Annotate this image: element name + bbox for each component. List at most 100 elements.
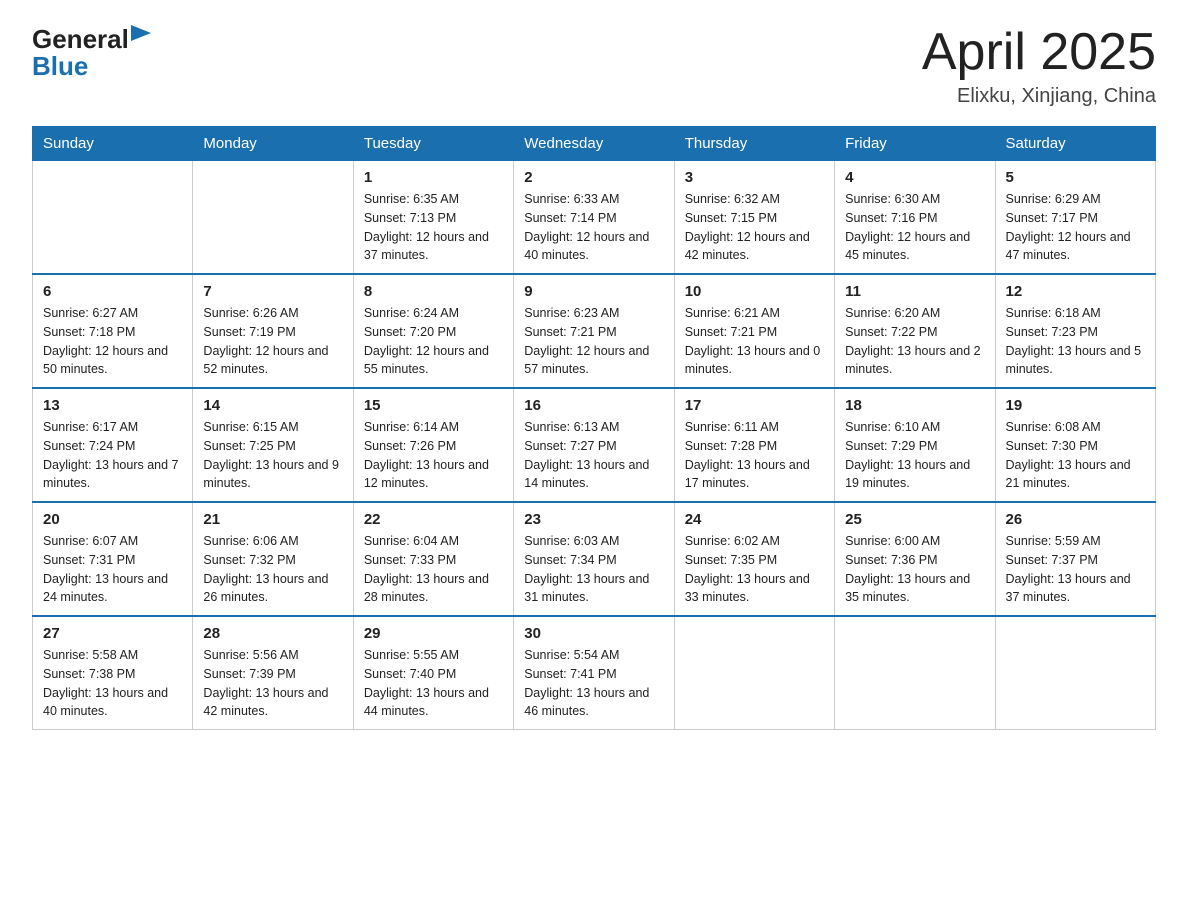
day-info: Sunrise: 5:58 AMSunset: 7:38 PMDaylight:… [43, 646, 182, 721]
day-number: 25 [845, 511, 984, 528]
week-row-2: 6 Sunrise: 6:27 AMSunset: 7:18 PMDaylight… [33, 274, 1156, 388]
day-info: Sunrise: 6:20 AMSunset: 7:22 PMDaylight:… [845, 304, 984, 379]
day-cell [674, 616, 834, 730]
day-info: Sunrise: 6:21 AMSunset: 7:21 PMDaylight:… [685, 304, 824, 379]
logo-blue-text: Blue [32, 51, 88, 82]
day-cell: 28Sunrise: 5:56 AMSunset: 7:39 PMDayligh… [193, 616, 353, 730]
day-cell: 29 Sunrise: 5:55 AMSunset: 7:40 PMDayligh… [353, 616, 513, 730]
header-thursday: Thursday [674, 127, 834, 161]
header-tuesday: Tuesday [353, 127, 513, 161]
day-number: 19 [1006, 397, 1145, 414]
day-cell: 18 Sunrise: 6:10 AMSunset: 7:29 PMDayligh… [835, 388, 995, 502]
page-header: General Blue April 2025 Elixku, Xinjiang… [32, 24, 1156, 108]
day-info: Sunrise: 6:35 AMSunset: 7:13 PMDaylight:… [364, 190, 503, 265]
day-number: 8 [364, 283, 503, 300]
day-info: Sunrise: 6:29 AMSunset: 7:17 PMDaylight:… [1006, 190, 1145, 265]
day-cell: 30 Sunrise: 5:54 AMSunset: 7:41 PMDayligh… [514, 616, 674, 730]
day-cell: 4Sunrise: 6:30 AMSunset: 7:16 PMDaylight… [835, 161, 995, 275]
day-info: Sunrise: 5:55 AMSunset: 7:40 PMDaylight:… [364, 646, 503, 721]
day-number: 3 [685, 169, 824, 186]
day-number: 6 [43, 283, 182, 300]
day-cell: 11 Sunrise: 6:20 AMSunset: 7:22 PMDayligh… [835, 274, 995, 388]
day-number: 18 [845, 397, 984, 414]
day-cell [193, 161, 353, 275]
day-number: 28 [203, 625, 342, 642]
day-cell: 9 Sunrise: 6:23 AMSunset: 7:21 PMDaylight… [514, 274, 674, 388]
day-info: Sunrise: 6:06 AMSunset: 7:32 PMDaylight:… [203, 532, 342, 607]
day-info: Sunrise: 6:13 AMSunset: 7:27 PMDaylight:… [524, 418, 663, 493]
day-cell: 1 Sunrise: 6:35 AMSunset: 7:13 PMDaylight… [353, 161, 513, 275]
day-number: 5 [1006, 169, 1145, 186]
header-monday: Monday [193, 127, 353, 161]
day-number: 21 [203, 511, 342, 528]
header-sunday: Sunday [33, 127, 193, 161]
day-cell: 14 Sunrise: 6:15 AMSunset: 7:25 PMDayligh… [193, 388, 353, 502]
day-info: Sunrise: 5:59 AMSunset: 7:37 PMDaylight:… [1006, 532, 1145, 607]
day-cell: 7 Sunrise: 6:26 AMSunset: 7:19 PMDaylight… [193, 274, 353, 388]
day-cell: 25 Sunrise: 6:00 AMSunset: 7:36 PMDayligh… [835, 502, 995, 616]
day-number: 1 [364, 169, 503, 186]
day-cell: 3 Sunrise: 6:32 AMSunset: 7:15 PMDaylight… [674, 161, 834, 275]
day-number: 4 [845, 169, 984, 186]
day-number: 29 [364, 625, 503, 642]
day-cell: 8 Sunrise: 6:24 AMSunset: 7:20 PMDaylight… [353, 274, 513, 388]
day-number: 14 [203, 397, 342, 414]
day-info: Sunrise: 6:23 AMSunset: 7:21 PMDaylight:… [524, 304, 663, 379]
day-info: Sunrise: 6:02 AMSunset: 7:35 PMDaylight:… [685, 532, 824, 607]
day-cell: 5 Sunrise: 6:29 AMSunset: 7:17 PMDaylight… [995, 161, 1155, 275]
week-row-5: 27Sunrise: 5:58 AMSunset: 7:38 PMDayligh… [33, 616, 1156, 730]
day-cell: 24 Sunrise: 6:02 AMSunset: 7:35 PMDayligh… [674, 502, 834, 616]
day-cell: 17 Sunrise: 6:11 AMSunset: 7:28 PMDayligh… [674, 388, 834, 502]
weekday-header-row: Sunday Monday Tuesday Wednesday Thursday… [33, 127, 1156, 161]
day-cell: 20Sunrise: 6:07 AMSunset: 7:31 PMDayligh… [33, 502, 193, 616]
location-title: Elixku, Xinjiang, China [922, 85, 1156, 108]
day-info: Sunrise: 6:26 AMSunset: 7:19 PMDaylight:… [203, 304, 342, 379]
day-cell [33, 161, 193, 275]
header-saturday: Saturday [995, 127, 1155, 161]
day-cell: 22Sunrise: 6:04 AMSunset: 7:33 PMDayligh… [353, 502, 513, 616]
day-info: Sunrise: 6:14 AMSunset: 7:26 PMDaylight:… [364, 418, 503, 493]
day-info: Sunrise: 6:33 AMSunset: 7:14 PMDaylight:… [524, 190, 663, 265]
day-info: Sunrise: 6:15 AMSunset: 7:25 PMDaylight:… [203, 418, 342, 493]
week-row-3: 13 Sunrise: 6:17 AMSunset: 7:24 PMDayligh… [33, 388, 1156, 502]
day-cell: 26 Sunrise: 5:59 AMSunset: 7:37 PMDayligh… [995, 502, 1155, 616]
day-number: 11 [845, 283, 984, 300]
day-cell [835, 616, 995, 730]
day-cell: 21 Sunrise: 6:06 AMSunset: 7:32 PMDayligh… [193, 502, 353, 616]
day-info: Sunrise: 6:04 AMSunset: 7:33 PMDaylight:… [364, 532, 503, 607]
day-info: Sunrise: 6:24 AMSunset: 7:20 PMDaylight:… [364, 304, 503, 379]
day-number: 7 [203, 283, 342, 300]
day-number: 16 [524, 397, 663, 414]
day-number: 2 [524, 169, 663, 186]
day-cell: 10Sunrise: 6:21 AMSunset: 7:21 PMDayligh… [674, 274, 834, 388]
day-number: 13 [43, 397, 182, 414]
day-info: Sunrise: 6:27 AMSunset: 7:18 PMDaylight:… [43, 304, 182, 379]
day-number: 9 [524, 283, 663, 300]
day-cell: 13 Sunrise: 6:17 AMSunset: 7:24 PMDayligh… [33, 388, 193, 502]
day-info: Sunrise: 6:07 AMSunset: 7:31 PMDaylight:… [43, 532, 182, 607]
day-cell: 19 Sunrise: 6:08 AMSunset: 7:30 PMDayligh… [995, 388, 1155, 502]
day-number: 30 [524, 625, 663, 642]
day-info: Sunrise: 6:08 AMSunset: 7:30 PMDaylight:… [1006, 418, 1145, 493]
header-friday: Friday [835, 127, 995, 161]
day-cell: 12 Sunrise: 6:18 AMSunset: 7:23 PMDayligh… [995, 274, 1155, 388]
day-info: Sunrise: 6:32 AMSunset: 7:15 PMDaylight:… [685, 190, 824, 265]
day-info: Sunrise: 6:03 AMSunset: 7:34 PMDaylight:… [524, 532, 663, 607]
calendar-table: Sunday Monday Tuesday Wednesday Thursday… [32, 126, 1156, 730]
day-cell: 2 Sunrise: 6:33 AMSunset: 7:14 PMDaylight… [514, 161, 674, 275]
month-title: April 2025 [922, 24, 1156, 81]
day-cell: 16 Sunrise: 6:13 AMSunset: 7:27 PMDayligh… [514, 388, 674, 502]
logo: General Blue [32, 24, 151, 82]
day-info: Sunrise: 6:11 AMSunset: 7:28 PMDaylight:… [685, 418, 824, 493]
day-number: 12 [1006, 283, 1145, 300]
day-info: Sunrise: 6:17 AMSunset: 7:24 PMDaylight:… [43, 418, 182, 493]
day-info: Sunrise: 6:00 AMSunset: 7:36 PMDaylight:… [845, 532, 984, 607]
day-number: 17 [685, 397, 824, 414]
week-row-4: 20Sunrise: 6:07 AMSunset: 7:31 PMDayligh… [33, 502, 1156, 616]
day-info: Sunrise: 5:54 AMSunset: 7:41 PMDaylight:… [524, 646, 663, 721]
day-number: 26 [1006, 511, 1145, 528]
title-section: April 2025 Elixku, Xinjiang, China [922, 24, 1156, 108]
day-info: Sunrise: 6:18 AMSunset: 7:23 PMDaylight:… [1006, 304, 1145, 379]
day-info: Sunrise: 6:10 AMSunset: 7:29 PMDaylight:… [845, 418, 984, 493]
day-number: 24 [685, 511, 824, 528]
